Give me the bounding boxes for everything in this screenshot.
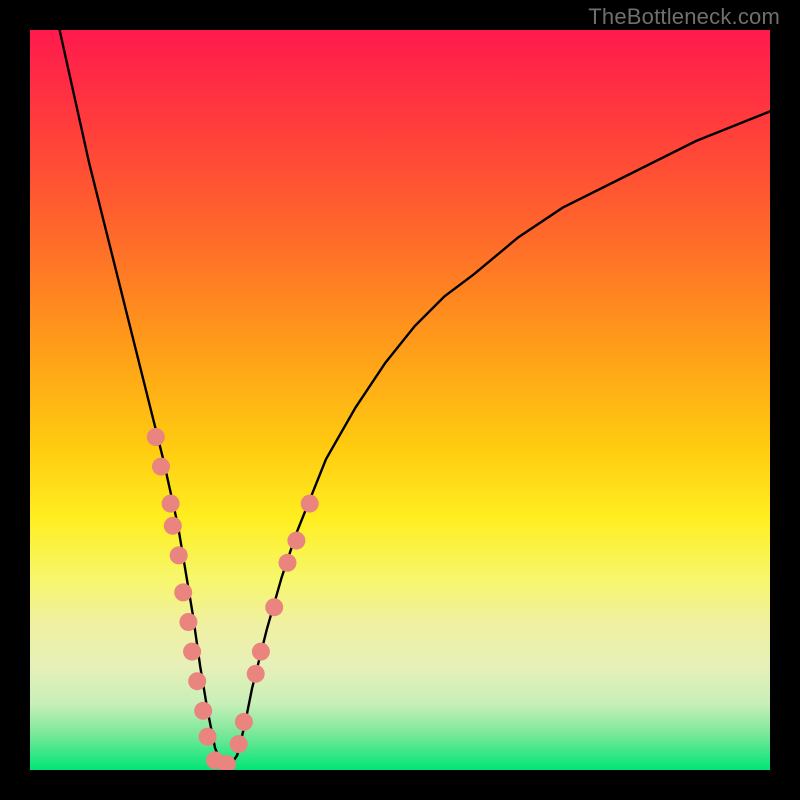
data-point [183,643,201,661]
watermark-text: TheBottleneck.com [588,4,780,30]
data-point [279,554,297,572]
bottleneck-curve [30,30,770,770]
data-point [301,495,319,513]
data-point [247,665,265,683]
data-point [230,735,248,753]
data-point [199,728,217,746]
data-point [170,546,188,564]
chart-frame: TheBottleneck.com [0,0,800,800]
plot-area [30,30,770,770]
data-point [164,517,182,535]
data-point [265,598,283,616]
data-point [194,702,212,720]
data-point [147,428,165,446]
data-point [287,532,305,550]
curve-path [60,30,770,766]
data-point [252,643,270,661]
data-point [179,613,197,631]
data-point [162,495,180,513]
data-point [235,713,253,731]
data-point [188,672,206,690]
data-point [152,458,170,476]
data-point [174,583,192,601]
